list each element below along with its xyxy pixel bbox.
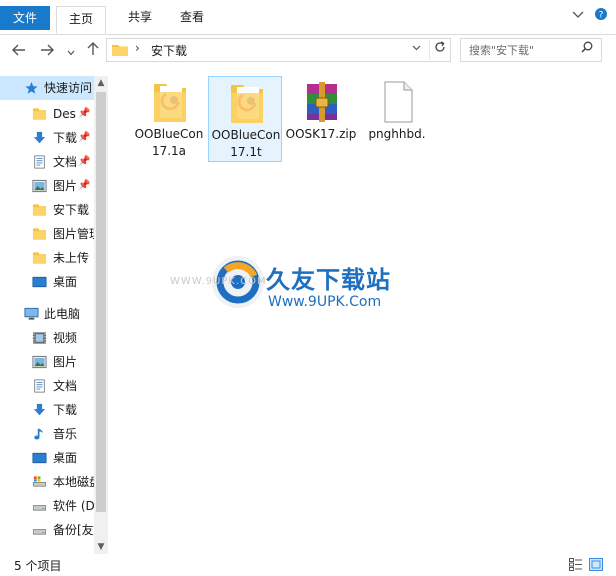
nav-software-drive[interactable]: 软件 (D (0, 494, 94, 518)
nav-pictures-pinned[interactable]: 图片 📌 (0, 174, 94, 198)
blank-file-icon (384, 81, 413, 123)
tab-share[interactable]: 共享 (116, 5, 164, 29)
folder-icon (32, 228, 47, 240)
download-icon (33, 131, 46, 144)
drive-icon (32, 505, 47, 511)
nav-not-uploaded[interactable]: 未上传 (0, 246, 94, 270)
nav-anxiazai[interactable]: 安下载 (0, 198, 94, 222)
file-item[interactable]: pnghhbd. (360, 76, 434, 162)
computer-icon (24, 307, 39, 320)
nav-quick-access[interactable]: 快速访问 (0, 76, 94, 100)
nav-music[interactable]: 音乐 (0, 422, 94, 446)
folder-icon (32, 108, 47, 120)
folder-icon (32, 252, 47, 264)
nav-desktop-pinned[interactable]: Des 📌 (0, 102, 94, 126)
folder-icon (231, 85, 263, 123)
watermark: WWW.9UPK.COM 久友下载站 Www.9UPK.Com (170, 232, 406, 322)
tab-home[interactable]: 主页 (56, 6, 106, 34)
refresh-button[interactable] (429, 40, 450, 60)
scroll-up-icon[interactable]: ▲ (94, 76, 108, 90)
navigation-pane: 快速访问 Des 📌 下载 📌 文档 📌 图片 📌 安下载 图片管理 未上传 桌… (0, 76, 108, 554)
desktop-icon (32, 276, 47, 288)
picture-icon (32, 355, 47, 369)
tab-view[interactable]: 查看 (168, 5, 216, 29)
nav-this-pc[interactable]: 此电脑 (0, 302, 94, 326)
nav-picture-manager[interactable]: 图片管理 (0, 222, 94, 246)
pin-icon: 📌 (78, 108, 91, 119)
scroll-down-icon[interactable]: ▼ (94, 540, 108, 554)
nav-documents-pinned[interactable]: 文档 📌 (0, 150, 94, 174)
video-icon (32, 332, 47, 344)
back-button[interactable] (10, 39, 28, 63)
folder-icon (112, 45, 128, 56)
up-arrow-icon (87, 42, 99, 55)
pin-icon: 📌 (78, 180, 91, 191)
forward-button[interactable] (38, 39, 56, 63)
large-icons-view-icon[interactable] (589, 558, 603, 571)
file-item[interactable]: OOSK17.zip (284, 76, 358, 162)
folder-icon (154, 84, 186, 122)
nav-documents[interactable]: 文档 (0, 374, 94, 398)
nav-local-disk[interactable]: 本地磁盘 (0, 470, 94, 494)
nav-pictures[interactable]: 图片 (0, 350, 94, 374)
search-input[interactable] (461, 39, 592, 61)
watermark-url-small: WWW.9UPK.COM (170, 276, 267, 287)
watermark-title: 久友下载站 (266, 266, 391, 294)
back-arrow-icon (12, 44, 25, 56)
address-dropdown-icon[interactable] (412, 41, 421, 54)
file-item[interactable]: OOBlueCon17.1a (132, 76, 206, 162)
refresh-icon (435, 41, 445, 52)
svg-text:?: ? (599, 11, 604, 21)
picture-icon (32, 179, 47, 193)
nav-scrollbar[interactable]: ▲ ▼ (94, 76, 108, 554)
breadcrumb-current[interactable]: 安下载 (151, 42, 187, 59)
ribbon-collapse-icon[interactable] (572, 8, 584, 23)
nav-downloads[interactable]: 下载 (0, 398, 94, 422)
help-icon[interactable]: ? (594, 7, 608, 25)
forward-arrow-icon (41, 44, 54, 56)
address-bar[interactable]: › 安下载 (106, 38, 451, 62)
breadcrumb-separator-icon: › (135, 41, 140, 55)
pin-icon: 📌 (78, 156, 91, 167)
winrar-archive-icon (307, 82, 337, 122)
drive-icon (32, 529, 47, 535)
document-icon (34, 379, 45, 393)
status-bar: 5 个项目 (0, 554, 616, 576)
search-box[interactable] (460, 38, 602, 62)
navigation-bar: › 安下载 (0, 35, 616, 67)
file-item-selected[interactable]: OOBlueCon17.1t (208, 76, 282, 162)
nav-desktop-pc[interactable]: 桌面 (0, 446, 94, 470)
desktop-icon (32, 452, 47, 464)
drive-icon (32, 476, 47, 487)
item-count: 5 个项目 (14, 559, 62, 573)
chevron-down-icon (67, 50, 75, 56)
tab-file[interactable]: 文件 (0, 6, 50, 30)
nav-downloads-pinned[interactable]: 下载 📌 (0, 126, 94, 150)
download-icon (33, 403, 46, 416)
star-icon (25, 81, 38, 94)
search-icon[interactable] (581, 41, 593, 57)
watermark-url: Www.9UPK.Com (268, 294, 382, 310)
music-icon (34, 428, 43, 440)
ribbon: 文件 主页 共享 查看 ? (0, 0, 616, 35)
up-button[interactable] (84, 39, 102, 63)
document-icon (34, 155, 45, 169)
folder-icon (32, 204, 47, 216)
details-view-icon[interactable] (569, 558, 583, 571)
nav-backup-drive[interactable]: 备份[友 (0, 518, 94, 542)
recent-locations-button[interactable] (64, 39, 78, 63)
pin-icon: 📌 (78, 132, 91, 143)
nav-videos[interactable]: 视频 (0, 326, 94, 350)
nav-desktop[interactable]: 桌面 (0, 270, 94, 294)
scrollbar-thumb[interactable] (96, 92, 106, 512)
